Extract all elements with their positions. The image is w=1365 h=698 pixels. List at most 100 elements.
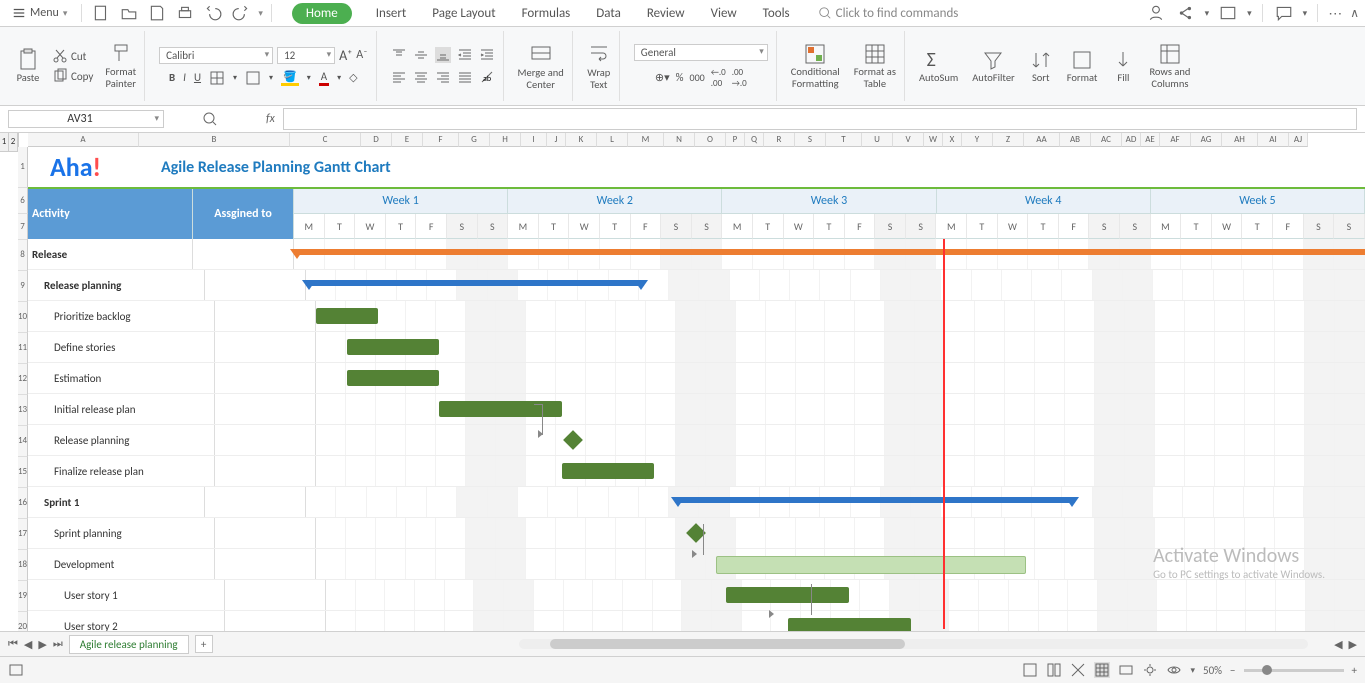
row-header[interactable]: 15: [18, 457, 28, 488]
add-sheet-button[interactable]: +: [195, 635, 213, 653]
align-left-icon[interactable]: [391, 69, 407, 85]
zoom-slider[interactable]: [1244, 669, 1344, 672]
activity-cell[interactable]: User story 1: [28, 580, 225, 610]
col-header[interactable]: AA: [1024, 133, 1060, 147]
col-header[interactable]: F: [423, 133, 459, 147]
focus-icon[interactable]: [1142, 662, 1158, 678]
assigned-cell[interactable]: [205, 487, 306, 517]
eye-icon[interactable]: [1166, 662, 1182, 678]
fill-color-icon[interactable]: 🪣: [281, 70, 299, 86]
col-header[interactable]: D: [361, 133, 392, 147]
format-icon[interactable]: [1070, 48, 1094, 72]
assigned-cell[interactable]: [205, 270, 306, 300]
timeline-cell[interactable]: [316, 549, 1365, 579]
col-header[interactable]: U: [862, 133, 893, 147]
col-header[interactable]: N: [664, 133, 695, 147]
outline-header[interactable]: 1 2: [0, 133, 19, 152]
timeline-cell[interactable]: [294, 239, 1365, 269]
col-header[interactable]: C: [290, 133, 361, 147]
print-icon[interactable]: [174, 2, 196, 24]
fill-icon[interactable]: [1111, 48, 1135, 72]
save-icon[interactable]: [146, 2, 168, 24]
paste-icon[interactable]: [16, 48, 40, 72]
row-header[interactable]: 8: [18, 240, 28, 271]
command-search[interactable]: Click to find commands: [818, 6, 959, 21]
view-break-icon[interactable]: [1070, 662, 1086, 678]
number-format-combo[interactable]: General: [634, 44, 768, 61]
tab-review[interactable]: Review: [645, 3, 687, 24]
increase-font-icon[interactable]: A⁺: [339, 47, 352, 64]
assigned-cell[interactable]: [215, 456, 316, 486]
scroll-left-icon[interactable]: ◀: [1334, 638, 1342, 651]
assigned-cell[interactable]: [215, 301, 316, 331]
col-header[interactable]: P: [726, 133, 745, 147]
chevron-down-icon[interactable]: ▾: [337, 73, 341, 83]
row-header[interactable]: 18: [18, 550, 28, 581]
activity-cell[interactable]: Release: [28, 239, 193, 269]
tab-formulas[interactable]: Formulas: [520, 3, 573, 24]
activity-cell[interactable]: Prioritize backlog: [28, 301, 215, 331]
col-header[interactable]: M: [628, 133, 664, 147]
activity-cell[interactable]: Initial release plan: [28, 394, 215, 424]
align-top-icon[interactable]: [391, 47, 407, 63]
row-header[interactable]: 19: [18, 581, 28, 612]
orientation-icon[interactable]: ab: [479, 69, 495, 85]
align-right-icon[interactable]: [435, 69, 451, 85]
autosum-icon[interactable]: Σ: [927, 48, 951, 72]
col-header[interactable]: O: [695, 133, 726, 147]
activity-cell[interactable]: Development: [28, 549, 215, 579]
open-folder-icon[interactable]: [118, 2, 140, 24]
activity-cell[interactable]: Define stories: [28, 332, 215, 362]
redo-icon[interactable]: [230, 2, 252, 24]
sort-icon[interactable]: [1029, 48, 1053, 72]
timeline-cell[interactable]: [316, 332, 1365, 362]
tab-insert[interactable]: Insert: [374, 3, 409, 24]
col-header[interactable]: AJ: [1289, 133, 1308, 147]
currency-icon[interactable]: ⊕▾: [655, 71, 670, 84]
timeline-cell[interactable]: [326, 611, 1365, 631]
merge-label[interactable]: Merge and Center: [518, 67, 564, 90]
prev-sheet-icon[interactable]: ◀: [24, 638, 32, 651]
col-header[interactable]: S: [795, 133, 826, 147]
col-header[interactable]: J: [547, 133, 566, 147]
timeline-cell[interactable]: [326, 580, 1365, 610]
timeline-cell[interactable]: [316, 518, 1365, 548]
wrap-text-icon[interactable]: [587, 41, 611, 65]
view-page-icon[interactable]: [1046, 662, 1062, 678]
row-header[interactable]: 11: [18, 333, 28, 364]
horizontal-scrollbar[interactable]: [519, 639, 1308, 649]
chat-icon[interactable]: [1273, 2, 1295, 24]
align-middle-icon[interactable]: [413, 47, 429, 63]
options-icon[interactable]: [8, 662, 24, 678]
copy-button[interactable]: Copy: [50, 67, 95, 85]
conditional-formatting-icon[interactable]: [803, 42, 827, 66]
underline-button[interactable]: U: [194, 71, 201, 84]
format-painter-icon[interactable]: [109, 42, 133, 66]
share-icon[interactable]: [1175, 2, 1197, 24]
activity-cell[interactable]: Release planning: [28, 270, 205, 300]
indent-increase-icon[interactable]: [479, 47, 495, 63]
assigned-cell[interactable]: [225, 580, 326, 610]
zoom-icon[interactable]: [202, 111, 218, 127]
formula-input[interactable]: [283, 108, 1357, 130]
col-header[interactable]: AF: [1160, 133, 1191, 147]
timeline-cell[interactable]: [306, 487, 1365, 517]
tab-tools[interactable]: Tools: [761, 3, 792, 24]
row-header[interactable]: 17: [18, 519, 28, 550]
font-size-combo[interactable]: 12: [277, 47, 335, 64]
borders-icon[interactable]: [209, 70, 225, 86]
row-header[interactable]: 7: [18, 214, 28, 240]
tab-home[interactable]: Home: [292, 3, 352, 24]
col-header[interactable]: AE: [1141, 133, 1160, 147]
undo-icon[interactable]: [202, 2, 224, 24]
tab-page-layout[interactable]: Page Layout: [430, 3, 497, 24]
last-sheet-icon[interactable]: ⏭: [53, 637, 63, 651]
row-header[interactable]: 16: [18, 488, 28, 519]
col-header[interactable]: H: [490, 133, 521, 147]
more-icon[interactable]: ⋯: [1328, 5, 1342, 22]
cut-button[interactable]: Cut: [50, 47, 95, 65]
tab-view[interactable]: View: [709, 3, 739, 24]
chevron-down-icon[interactable]: ▾: [269, 73, 273, 83]
chevron-down-icon[interactable]: ▾: [1190, 665, 1195, 676]
assigned-cell[interactable]: [215, 425, 316, 455]
